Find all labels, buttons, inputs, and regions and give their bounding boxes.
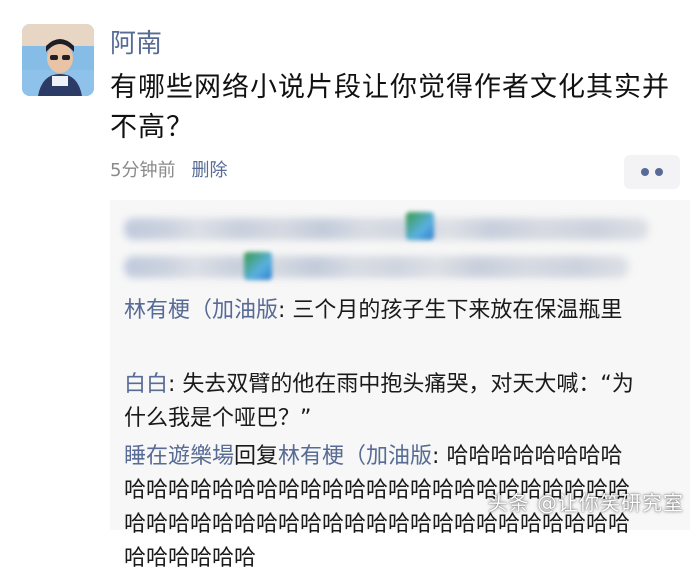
comment-text: 三个月的孩子生下来放在保温瓶里 [292, 298, 623, 323]
comment-item[interactable]: 白白: 失去双臂的他在雨中抱头痛哭，对天大喊：“为什么我是个哑巴？” [124, 368, 644, 436]
more-dots-icon [641, 168, 649, 176]
comment-separator: : [168, 372, 183, 397]
comment-separator: : [278, 298, 293, 323]
post-meta: 5分钟前 删除 [110, 156, 227, 186]
post-time: 5分钟前 [110, 160, 176, 181]
reply-target[interactable]: 林有梗（加油版 [278, 444, 432, 469]
comment-section: 林有梗（加油版: 三个月的孩子生下来放在保温瓶里 白白: 失去双臂的他在雨中抱头… [110, 200, 690, 571]
comment-text: 失去双臂的他在雨中抱头痛哭，对天大喊：“为什么我是个哑巴？” [124, 372, 634, 431]
comment-separator: : [432, 444, 447, 469]
post-text: 有哪些网络小说片段让你觉得作者文化其实并不高？ [110, 72, 670, 143]
blurred-avatar-icon [406, 212, 434, 240]
delete-button[interactable]: 删除 [191, 156, 227, 186]
comment-author[interactable]: 睡在遊樂場 [124, 444, 234, 469]
blurred-text [124, 218, 649, 240]
comment-item[interactable]: 林有梗（加油版: 三个月的孩子生下来放在保温瓶里 [124, 294, 644, 328]
comment-author[interactable]: 白白 [124, 372, 168, 397]
more-options-button[interactable] [624, 155, 680, 189]
avatar[interactable] [22, 24, 94, 96]
blurred-avatar-icon [244, 252, 272, 280]
blurred-likes-region [124, 212, 664, 284]
blurred-text [124, 256, 629, 278]
avatar-image [22, 24, 94, 96]
post-author-name[interactable]: 阿南 [110, 26, 162, 62]
watermark: 头条 @让你笑研究室 [487, 491, 684, 515]
comment-author[interactable]: 林有梗（加油版 [124, 298, 278, 323]
more-dots-icon [655, 168, 663, 176]
reply-word: 回复 [234, 444, 279, 469]
